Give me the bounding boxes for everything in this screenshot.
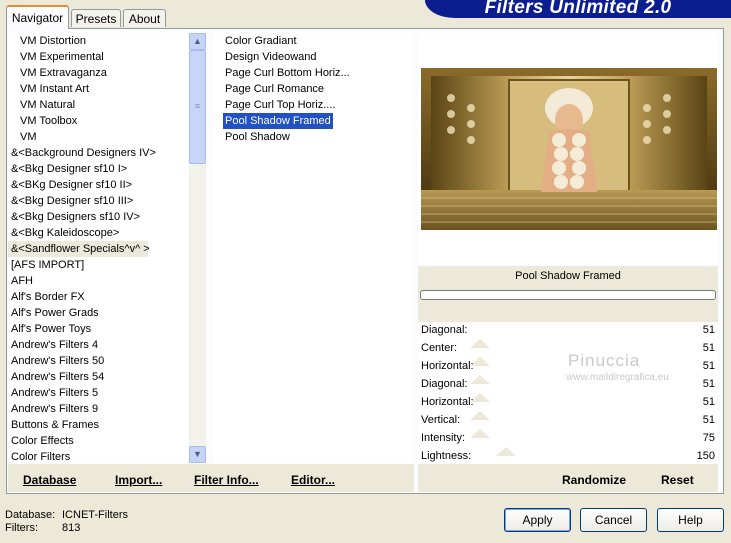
progress-bar bbox=[420, 290, 716, 300]
filter-item-label: Page Curl Top Horiz.... bbox=[225, 99, 336, 111]
import-button[interactable]: Import... bbox=[115, 473, 162, 487]
filter-item-label: Pool Shadow bbox=[225, 131, 290, 143]
editor-button-label: Editor... bbox=[291, 473, 336, 487]
database-button[interactable]: Database bbox=[23, 473, 76, 487]
preview-image bbox=[421, 68, 717, 230]
database-status-label: Database: bbox=[5, 509, 56, 521]
param-slider[interactable]: Horizontal: 51 bbox=[418, 394, 718, 420]
filter-item[interactable]: Pool Shadow bbox=[214, 129, 412, 145]
category-scrollbar[interactable]: ▲ ≡ ▼ bbox=[189, 33, 206, 463]
filter-item-label: Page Curl Bottom Horiz... bbox=[225, 67, 350, 79]
scroll-down-button[interactable]: ▼ bbox=[189, 446, 206, 463]
category-item[interactable]: AFH bbox=[8, 273, 188, 289]
category-item[interactable]: VM Distortion bbox=[8, 33, 188, 49]
category-item[interactable]: Color Filters bbox=[8, 449, 188, 463]
param-slider[interactable]: Diagonal: 51 bbox=[418, 322, 718, 348]
scroll-up-button[interactable]: ▲ bbox=[189, 33, 206, 50]
param-slider[interactable]: Vertical: 51 bbox=[418, 412, 718, 438]
category-item[interactable]: &<Bkg Designers sf10 IV> bbox=[8, 209, 188, 225]
category-list[interactable]: VM Distortion VM Experimental VM Extravaga… bbox=[8, 33, 188, 463]
filter-item[interactable]: Design Videowand bbox=[214, 49, 412, 65]
cancel-button[interactable]: Cancel bbox=[580, 508, 647, 532]
category-item[interactable]: Alf's Border FX bbox=[8, 289, 188, 305]
category-item[interactable]: VM Experimental bbox=[8, 49, 188, 65]
watermark-url: www.maildiregrafica.eu bbox=[566, 372, 669, 383]
category-item[interactable]: Andrew's Filters 4 bbox=[8, 337, 188, 353]
category-item[interactable]: VM bbox=[8, 129, 188, 145]
database-status: Database: ICNET-Filters bbox=[5, 509, 128, 521]
editor-button[interactable]: Editor... bbox=[291, 473, 335, 487]
tab-about[interactable]: About bbox=[123, 9, 166, 27]
param-value: 51 bbox=[702, 414, 715, 426]
apply-button[interactable]: Apply bbox=[504, 508, 571, 532]
param-value: 51 bbox=[702, 324, 715, 336]
filter-item[interactable]: Page Curl Top Horiz.... bbox=[214, 97, 412, 113]
parameters-panel: Diagonal: 51 Center: 51 Horizontal: 51 Diagona… bbox=[418, 322, 718, 474]
category-item[interactable]: &<Bkg Kaleidoscope> bbox=[8, 225, 188, 241]
category-item[interactable]: VM Toolbox bbox=[8, 113, 188, 129]
param-label: Intensity: bbox=[421, 432, 466, 444]
param-value: 51 bbox=[702, 360, 715, 372]
tab-navigator[interactable]: Navigator bbox=[6, 5, 69, 29]
category-item[interactable]: Andrew's Filters 50 bbox=[8, 353, 188, 369]
filter-item[interactable]: Page Curl Romance bbox=[214, 81, 412, 97]
param-value: 51 bbox=[702, 378, 715, 390]
tab-presets[interactable]: Presets bbox=[71, 9, 121, 27]
param-value: 75 bbox=[702, 432, 715, 444]
param-value: 51 bbox=[702, 342, 715, 354]
param-label: Center: bbox=[421, 342, 458, 354]
param-slider[interactable]: Intensity: 75 bbox=[418, 430, 718, 456]
param-label: Horizontal: bbox=[421, 396, 474, 408]
category-item[interactable]: Andrew's Filters 9 bbox=[8, 401, 188, 417]
category-item[interactable]: Andrew's Filters 5 bbox=[8, 385, 188, 401]
category-item[interactable]: VM Instant Art bbox=[8, 81, 188, 97]
param-label: Lightness: bbox=[421, 450, 472, 462]
app-title-banner: Filters Unlimited 2.0 bbox=[425, 0, 731, 18]
filter-info-button-label: Filter Info... bbox=[194, 473, 259, 487]
filters-status: Filters: 813 bbox=[5, 522, 80, 534]
filter-list[interactable]: Color Gradiant Design Videowand Page Curl … bbox=[214, 33, 412, 463]
database-status-value: ICNET-Filters bbox=[62, 509, 128, 521]
category-item[interactable]: &<Bkg Designer sf10 I> bbox=[8, 161, 188, 177]
help-button[interactable]: Help bbox=[657, 508, 724, 532]
filter-item-label: Color Gradiant bbox=[225, 35, 297, 47]
preview-filter-name: Pool Shadow Framed bbox=[515, 270, 621, 282]
filter-item[interactable]: Pool Shadow Framed bbox=[214, 113, 412, 129]
param-label: Diagonal: bbox=[421, 378, 468, 390]
category-item[interactable]: VM Natural bbox=[8, 97, 188, 113]
category-item[interactable]: VM Extravaganza bbox=[8, 65, 188, 81]
param-value: 150 bbox=[696, 450, 715, 462]
import-button-label: Import... bbox=[115, 473, 163, 487]
category-item[interactable]: &<Sandflower Specials^v^ > bbox=[8, 241, 150, 257]
filter-item-label: Pool Shadow Framed bbox=[223, 113, 333, 129]
category-item[interactable]: &<BKg Designer sf10 II> bbox=[8, 177, 188, 193]
randomize-button[interactable]: Randomize bbox=[562, 473, 626, 487]
category-item[interactable]: [AFS IMPORT] bbox=[8, 257, 188, 273]
param-label: Vertical: bbox=[421, 414, 461, 426]
category-item[interactable]: Alf's Power Toys bbox=[8, 321, 188, 337]
category-item[interactable]: Andrew's Filters 54 bbox=[8, 369, 188, 385]
category-item[interactable]: Buttons & Frames bbox=[8, 417, 188, 433]
filter-info-button[interactable]: Filter Info... bbox=[194, 473, 259, 487]
param-value: 51 bbox=[702, 396, 715, 408]
category-item[interactable]: &<Background Designers IV> bbox=[8, 145, 188, 161]
reset-button[interactable]: Reset bbox=[661, 473, 694, 487]
filters-status-value: 813 bbox=[62, 522, 81, 534]
filter-item-label: Page Curl Romance bbox=[225, 83, 325, 95]
category-item[interactable]: Color Effects bbox=[8, 433, 188, 449]
filters-status-label: Filters: bbox=[5, 522, 38, 534]
scroll-thumb[interactable]: ≡ bbox=[189, 50, 206, 164]
param-label: Horizontal: bbox=[421, 360, 474, 372]
category-item[interactable]: Alf's Power Grads bbox=[8, 305, 188, 321]
filter-item[interactable]: Color Gradiant bbox=[214, 33, 412, 49]
param-label: Diagonal: bbox=[421, 324, 468, 336]
category-item[interactable]: &<Bkg Designer sf10 III> bbox=[8, 193, 188, 209]
watermark-name: Pinuccia bbox=[568, 351, 641, 370]
filter-item-label: Design Videowand bbox=[225, 51, 317, 63]
filter-item[interactable]: Page Curl Bottom Horiz... bbox=[214, 65, 412, 81]
database-button-label: Database bbox=[23, 473, 77, 487]
